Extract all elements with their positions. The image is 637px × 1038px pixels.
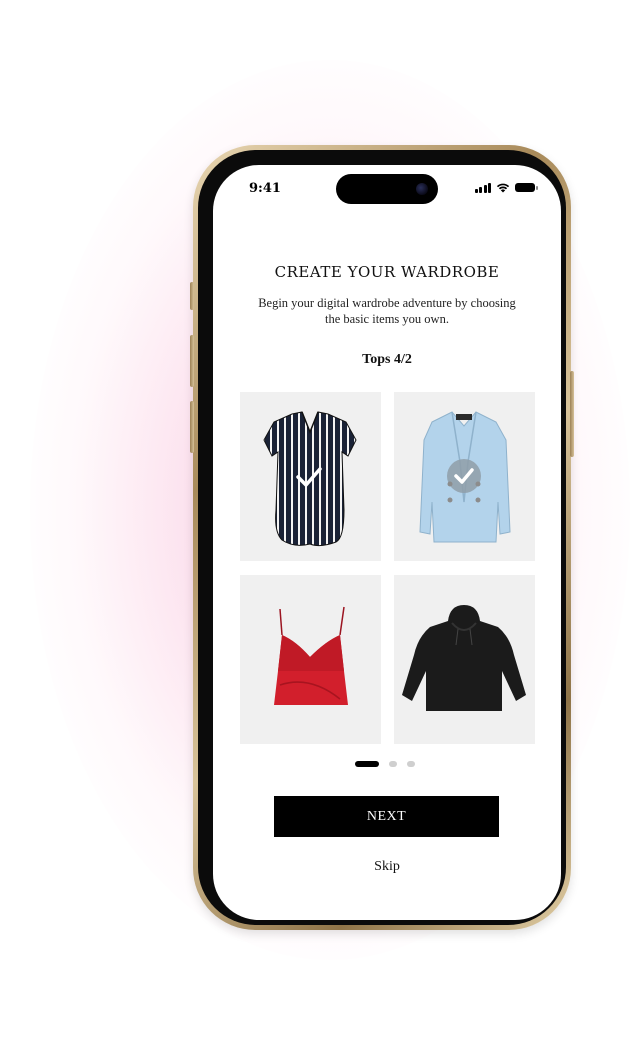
status-icons xyxy=(474,182,538,193)
page-subtitle: Begin your digital wardrobe adventure by… xyxy=(258,296,516,326)
phone-frame: 9:41 CREATE YOUR WARDROBE Begin your dig… xyxy=(190,145,574,930)
power-button xyxy=(570,371,574,457)
pagination-dot-2[interactable] xyxy=(389,761,397,767)
hoodie-icon xyxy=(402,605,526,711)
dynamic-island xyxy=(336,174,438,204)
camera-icon xyxy=(416,183,428,195)
item-card-blue-blazer[interactable] xyxy=(394,392,535,561)
pagination-dot-1[interactable] xyxy=(355,761,379,767)
phone-bezel: 9:41 CREATE YOUR WARDROBE Begin your dig… xyxy=(198,150,566,925)
item-card-striped-blouse[interactable] xyxy=(240,392,381,561)
section-label: Tops 4/2 xyxy=(362,352,412,367)
pagination-dot-3[interactable] xyxy=(407,761,415,767)
volume-up-button xyxy=(190,335,194,387)
camisole-icon xyxy=(274,606,348,705)
wifi-icon xyxy=(496,183,510,193)
battery-icon xyxy=(515,183,538,192)
striped-blouse-icon xyxy=(263,411,357,547)
page-title: CREATE YOUR WARDROBE xyxy=(274,263,500,281)
status-time: 9:41 xyxy=(249,181,281,196)
volume-down-button xyxy=(190,401,194,453)
blazer-icon xyxy=(419,411,511,543)
next-button[interactable]: NEXT xyxy=(274,796,499,837)
item-card-red-camisole[interactable] xyxy=(240,575,381,744)
action-button xyxy=(190,282,194,310)
item-card-black-hoodie[interactable] xyxy=(394,575,535,744)
skip-link[interactable]: Skip xyxy=(213,859,561,875)
signal-icon xyxy=(474,182,491,193)
phone-screen: 9:41 CREATE YOUR WARDROBE Begin your dig… xyxy=(213,165,561,920)
pagination-dots xyxy=(355,761,415,767)
